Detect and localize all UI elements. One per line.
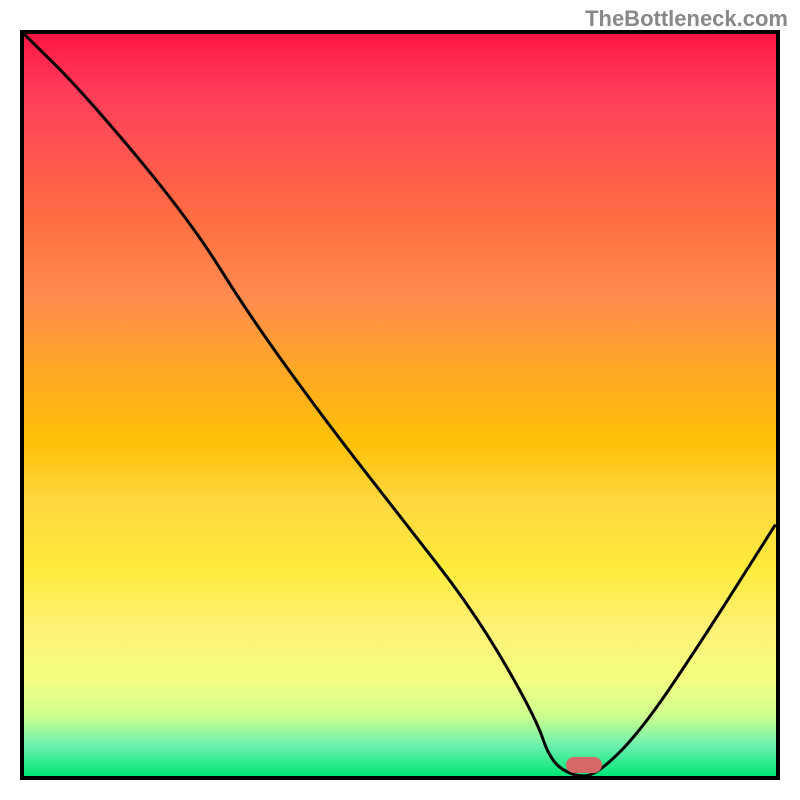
chart-curve-svg xyxy=(24,34,776,776)
optimal-marker xyxy=(566,757,602,773)
bottleneck-curve xyxy=(24,34,776,776)
chart-container xyxy=(20,30,780,780)
watermark-text: TheBottleneck.com xyxy=(585,6,788,32)
